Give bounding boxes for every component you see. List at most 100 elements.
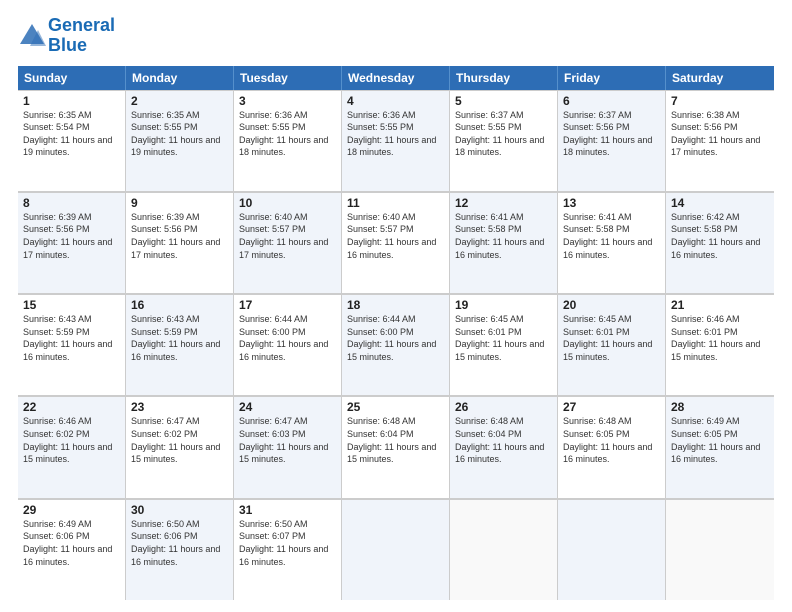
weekday-header: Friday bbox=[558, 66, 666, 90]
calendar-cell: 19 Sunrise: 6:45 AMSunset: 6:01 PMDayligh… bbox=[450, 294, 558, 395]
day-number: 14 bbox=[671, 196, 769, 210]
cell-info: Sunrise: 6:35 AMSunset: 5:55 PMDaylight:… bbox=[131, 110, 220, 158]
calendar: SundayMondayTuesdayWednesdayThursdayFrid… bbox=[18, 66, 774, 600]
weekday-header: Saturday bbox=[666, 66, 774, 90]
calendar-cell: 29Sunrise: 6:49 AMSunset: 6:06 PMDayligh… bbox=[18, 499, 126, 600]
cell-info: Sunrise: 6:37 AMSunset: 5:56 PMDaylight:… bbox=[563, 110, 652, 158]
cell-info: Sunrise: 6:47 AMSunset: 6:02 PMDaylight:… bbox=[131, 416, 220, 464]
calendar-cell: 8 Sunrise: 6:39 AMSunset: 5:56 PMDaylight… bbox=[18, 192, 126, 293]
calendar-cell: 25Sunrise: 6:48 AMSunset: 6:04 PMDayligh… bbox=[342, 396, 450, 497]
weekday-header: Monday bbox=[126, 66, 234, 90]
cell-info: Sunrise: 6:49 AMSunset: 6:05 PMDaylight:… bbox=[671, 416, 760, 464]
cell-info: Sunrise: 6:48 AMSunset: 6:04 PMDaylight:… bbox=[347, 416, 436, 464]
calendar-cell: 30Sunrise: 6:50 AMSunset: 6:06 PMDayligh… bbox=[126, 499, 234, 600]
weekday-header: Wednesday bbox=[342, 66, 450, 90]
day-number: 12 bbox=[455, 196, 552, 210]
cell-info: Sunrise: 6:44 AMSunset: 6:00 PMDaylight:… bbox=[239, 314, 328, 362]
cell-info: Sunrise: 6:50 AMSunset: 6:06 PMDaylight:… bbox=[131, 519, 220, 567]
cell-info: Sunrise: 6:38 AMSunset: 5:56 PMDaylight:… bbox=[671, 110, 760, 158]
cell-info: Sunrise: 6:37 AMSunset: 5:55 PMDaylight:… bbox=[455, 110, 544, 158]
day-number: 8 bbox=[23, 196, 120, 210]
day-number: 19 bbox=[455, 298, 552, 312]
calendar-cell: 9 Sunrise: 6:39 AMSunset: 5:56 PMDaylight… bbox=[126, 192, 234, 293]
calendar-cell: 24 Sunrise: 6:47 AMSunset: 6:03 PMDayligh… bbox=[234, 396, 342, 497]
page: GeneralBlue SundayMondayTuesdayWednesday… bbox=[0, 0, 792, 612]
cell-info: Sunrise: 6:42 AMSunset: 5:58 PMDaylight:… bbox=[671, 212, 760, 260]
calendar-cell: 16Sunrise: 6:43 AMSunset: 5:59 PMDayligh… bbox=[126, 294, 234, 395]
cell-info: Sunrise: 6:45 AMSunset: 6:01 PMDaylight:… bbox=[563, 314, 652, 362]
day-number: 2 bbox=[131, 94, 228, 108]
calendar-cell: 1 Sunrise: 6:35 AMSunset: 5:54 PMDaylight… bbox=[18, 90, 126, 191]
calendar-row: 1 Sunrise: 6:35 AMSunset: 5:54 PMDaylight… bbox=[18, 90, 774, 192]
weekday-header: Thursday bbox=[450, 66, 558, 90]
cell-info: Sunrise: 6:48 AMSunset: 6:04 PMDaylight:… bbox=[455, 416, 544, 464]
calendar-cell bbox=[558, 499, 666, 600]
calendar-cell: 26 Sunrise: 6:48 AMSunset: 6:04 PMDayligh… bbox=[450, 396, 558, 497]
weekday-header: Tuesday bbox=[234, 66, 342, 90]
day-number: 24 bbox=[239, 400, 336, 414]
calendar-header: SundayMondayTuesdayWednesdayThursdayFrid… bbox=[18, 66, 774, 90]
cell-info: Sunrise: 6:41 AMSunset: 5:58 PMDaylight:… bbox=[455, 212, 544, 260]
day-number: 23 bbox=[131, 400, 228, 414]
header: GeneralBlue bbox=[18, 16, 774, 56]
cell-info: Sunrise: 6:43 AMSunset: 5:59 PMDaylight:… bbox=[131, 314, 220, 362]
calendar-cell: 14 Sunrise: 6:42 AMSunset: 5:58 PMDayligh… bbox=[666, 192, 774, 293]
day-number: 9 bbox=[131, 196, 228, 210]
calendar-cell: 28 Sunrise: 6:49 AMSunset: 6:05 PMDayligh… bbox=[666, 396, 774, 497]
cell-info: Sunrise: 6:39 AMSunset: 5:56 PMDaylight:… bbox=[131, 212, 220, 260]
day-number: 4 bbox=[347, 94, 444, 108]
calendar-row: 8 Sunrise: 6:39 AMSunset: 5:56 PMDaylight… bbox=[18, 192, 774, 294]
cell-info: Sunrise: 6:43 AMSunset: 5:59 PMDaylight:… bbox=[23, 314, 112, 362]
cell-info: Sunrise: 6:39 AMSunset: 5:56 PMDaylight:… bbox=[23, 212, 112, 260]
calendar-cell: 2 Sunrise: 6:35 AMSunset: 5:55 PMDaylight… bbox=[126, 90, 234, 191]
day-number: 28 bbox=[671, 400, 769, 414]
cell-info: Sunrise: 6:47 AMSunset: 6:03 PMDaylight:… bbox=[239, 416, 328, 464]
calendar-cell: 20 Sunrise: 6:45 AMSunset: 6:01 PMDayligh… bbox=[558, 294, 666, 395]
calendar-cell: 15 Sunrise: 6:43 AMSunset: 5:59 PMDayligh… bbox=[18, 294, 126, 395]
weekday-header: Sunday bbox=[18, 66, 126, 90]
day-number: 6 bbox=[563, 94, 660, 108]
cell-info: Sunrise: 6:36 AMSunset: 5:55 PMDaylight:… bbox=[347, 110, 436, 158]
calendar-cell bbox=[450, 499, 558, 600]
cell-info: Sunrise: 6:46 AMSunset: 6:02 PMDaylight:… bbox=[23, 416, 112, 464]
day-number: 1 bbox=[23, 94, 120, 108]
day-number: 20 bbox=[563, 298, 660, 312]
logo-text: GeneralBlue bbox=[48, 16, 115, 56]
day-number: 22 bbox=[23, 400, 120, 414]
calendar-cell bbox=[342, 499, 450, 600]
day-number: 26 bbox=[455, 400, 552, 414]
day-number: 29 bbox=[23, 503, 120, 517]
day-number: 17 bbox=[239, 298, 336, 312]
cell-info: Sunrise: 6:48 AMSunset: 6:05 PMDaylight:… bbox=[563, 416, 652, 464]
calendar-cell: 11Sunrise: 6:40 AMSunset: 5:57 PMDayligh… bbox=[342, 192, 450, 293]
calendar-cell: 5 Sunrise: 6:37 AMSunset: 5:55 PMDaylight… bbox=[450, 90, 558, 191]
day-number: 27 bbox=[563, 400, 660, 414]
calendar-row: 15 Sunrise: 6:43 AMSunset: 5:59 PMDayligh… bbox=[18, 294, 774, 396]
cell-info: Sunrise: 6:40 AMSunset: 5:57 PMDaylight:… bbox=[347, 212, 436, 260]
day-number: 18 bbox=[347, 298, 444, 312]
day-number: 21 bbox=[671, 298, 769, 312]
cell-info: Sunrise: 6:36 AMSunset: 5:55 PMDaylight:… bbox=[239, 110, 328, 158]
day-number: 7 bbox=[671, 94, 769, 108]
cell-info: Sunrise: 6:35 AMSunset: 5:54 PMDaylight:… bbox=[23, 110, 112, 158]
calendar-cell: 6 Sunrise: 6:37 AMSunset: 5:56 PMDaylight… bbox=[558, 90, 666, 191]
cell-info: Sunrise: 6:40 AMSunset: 5:57 PMDaylight:… bbox=[239, 212, 328, 260]
calendar-cell: 22 Sunrise: 6:46 AMSunset: 6:02 PMDayligh… bbox=[18, 396, 126, 497]
cell-info: Sunrise: 6:44 AMSunset: 6:00 PMDaylight:… bbox=[347, 314, 436, 362]
day-number: 3 bbox=[239, 94, 336, 108]
calendar-body: 1 Sunrise: 6:35 AMSunset: 5:54 PMDaylight… bbox=[18, 90, 774, 600]
logo-icon bbox=[18, 22, 46, 50]
day-number: 5 bbox=[455, 94, 552, 108]
calendar-cell: 4 Sunrise: 6:36 AMSunset: 5:55 PMDaylight… bbox=[342, 90, 450, 191]
day-number: 13 bbox=[563, 196, 660, 210]
logo: GeneralBlue bbox=[18, 16, 115, 56]
calendar-cell: 3 Sunrise: 6:36 AMSunset: 5:55 PMDaylight… bbox=[234, 90, 342, 191]
calendar-cell bbox=[666, 499, 774, 600]
calendar-cell: 10Sunrise: 6:40 AMSunset: 5:57 PMDayligh… bbox=[234, 192, 342, 293]
cell-info: Sunrise: 6:46 AMSunset: 6:01 PMDaylight:… bbox=[671, 314, 760, 362]
calendar-cell: 31Sunrise: 6:50 AMSunset: 6:07 PMDayligh… bbox=[234, 499, 342, 600]
cell-info: Sunrise: 6:45 AMSunset: 6:01 PMDaylight:… bbox=[455, 314, 544, 362]
calendar-cell: 23 Sunrise: 6:47 AMSunset: 6:02 PMDayligh… bbox=[126, 396, 234, 497]
cell-info: Sunrise: 6:41 AMSunset: 5:58 PMDaylight:… bbox=[563, 212, 652, 260]
day-number: 15 bbox=[23, 298, 120, 312]
